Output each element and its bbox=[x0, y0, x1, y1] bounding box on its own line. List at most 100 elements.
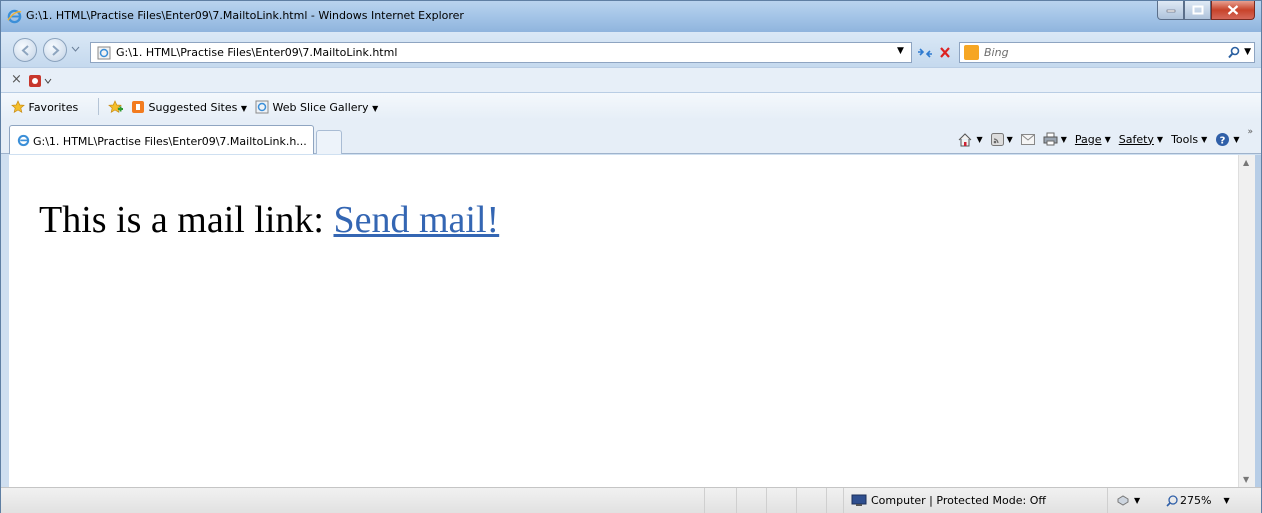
status-pane bbox=[843, 488, 844, 513]
bing-icon bbox=[964, 45, 979, 60]
status-pane bbox=[826, 488, 827, 513]
scroll-down-icon[interactable]: ▼ bbox=[1243, 475, 1249, 484]
window-left-edge bbox=[1, 155, 9, 487]
favorites-bar: Favorites Suggested Sites ▼ Web Slice Ga… bbox=[1, 93, 1261, 120]
mail-link-line: This is a mail link: Send mail! bbox=[39, 198, 499, 242]
search-icon[interactable] bbox=[1228, 46, 1240, 59]
maximize-icon bbox=[1192, 5, 1203, 15]
computer-zone-icon bbox=[851, 494, 867, 506]
feeds-button[interactable]: ▼ bbox=[990, 132, 1013, 146]
close-button[interactable] bbox=[1211, 1, 1255, 20]
refresh-icon[interactable] bbox=[915, 42, 935, 63]
home-button[interactable]: ▼ bbox=[957, 132, 983, 147]
window-title: G:\1. HTML\Practise Files\Enter09\7.Mail… bbox=[26, 9, 464, 22]
add-to-favorites-bar-icon[interactable] bbox=[108, 100, 124, 117]
favorites-star-icon bbox=[11, 100, 25, 114]
web-slice-label: Web Slice Gallery bbox=[272, 101, 369, 114]
address-text: G:\1. HTML\Practise Files\Enter09\7.Mail… bbox=[116, 46, 398, 59]
back-button[interactable] bbox=[13, 38, 37, 62]
tab-label: G:\1. HTML\Practise Files\Enter09\7.Mail… bbox=[33, 135, 307, 148]
help-dropdown-icon: ▼ bbox=[1233, 134, 1240, 144]
search-options-dropdown-icon[interactable]: ▼ bbox=[1244, 47, 1251, 57]
close-toolbar-icon[interactable]: × bbox=[11, 72, 22, 87]
tools-menu[interactable]: Tools ▼ bbox=[1171, 133, 1207, 146]
home-dropdown-icon: ▼ bbox=[976, 134, 983, 144]
address-dropdown-icon[interactable]: ▼ bbox=[897, 46, 904, 56]
page-menu-dropdown-icon: ▼ bbox=[1104, 134, 1111, 144]
favorites-label: Favorites bbox=[28, 101, 79, 114]
help-icon: ? bbox=[1216, 132, 1230, 146]
feeds-icon bbox=[990, 132, 1004, 146]
title-bar[interactable]: G:\1. HTML\Practise Files\Enter09\7.Mail… bbox=[1, 1, 1261, 32]
mail-icon bbox=[1020, 133, 1035, 145]
zoom-level: 275% bbox=[1180, 494, 1212, 507]
page-text: This is a mail link: bbox=[39, 199, 334, 241]
read-mail-button[interactable] bbox=[1020, 133, 1035, 145]
maximize-button[interactable] bbox=[1184, 1, 1211, 20]
toolbar-addon-icon[interactable] bbox=[28, 74, 52, 88]
zoom-control[interactable]: 275% ▼ bbox=[1166, 494, 1230, 507]
navigation-bar: G:\1. HTML\Practise Files\Enter09\7.Mail… bbox=[1, 32, 1261, 67]
search-field[interactable]: Bing ▼ bbox=[959, 42, 1255, 63]
web-slice-icon bbox=[255, 100, 269, 114]
favorites-button[interactable]: Favorites bbox=[11, 100, 78, 114]
page-menu[interactable]: Page ▼ bbox=[1075, 133, 1111, 146]
ie-logo-icon bbox=[7, 9, 22, 24]
recent-pages-dropdown-icon[interactable] bbox=[71, 46, 80, 52]
forward-button[interactable] bbox=[43, 38, 67, 62]
web-slice-gallery-link[interactable]: Web Slice Gallery ▼ bbox=[255, 100, 378, 114]
status-pane bbox=[796, 488, 797, 513]
zoom-dropdown-icon: ▼ bbox=[1223, 496, 1230, 505]
close-icon bbox=[1227, 5, 1239, 15]
print-dropdown-icon: ▼ bbox=[1060, 134, 1067, 144]
home-icon bbox=[959, 132, 972, 146]
security-zone[interactable]: Computer | Protected Mode: Off bbox=[851, 494, 1046, 507]
tools-menu-dropdown-icon: ▼ bbox=[1201, 134, 1208, 144]
suggested-sites-link[interactable]: Suggested Sites ▼ bbox=[131, 100, 247, 114]
web-slice-dropdown-icon: ▼ bbox=[372, 104, 379, 113]
page-viewport: This is a mail link: Send mail! bbox=[9, 155, 1238, 487]
search-placeholder: Bing bbox=[984, 46, 1009, 59]
safety-menu-label: Safety bbox=[1118, 132, 1154, 146]
page-menu-label: Page bbox=[1074, 132, 1102, 146]
vertical-scrollbar[interactable]: ▲ ▼ bbox=[1238, 155, 1255, 487]
command-bar: ▼ ▼ ▼ Page ▼ Safety ▼ Tools ▼ ? ▼ » bbox=[957, 127, 1261, 149]
status-pane bbox=[704, 488, 705, 513]
caption-buttons bbox=[1157, 1, 1255, 21]
zoom-icon bbox=[1166, 494, 1178, 507]
send-mail-link[interactable]: Send mail! bbox=[333, 199, 499, 241]
page-icon bbox=[97, 46, 111, 60]
suggested-sites-icon bbox=[132, 101, 144, 113]
window-right-edge bbox=[1255, 155, 1261, 487]
status-pane bbox=[736, 488, 737, 513]
svg-text:?: ? bbox=[1220, 135, 1226, 146]
tab-ie-icon bbox=[17, 134, 30, 147]
feeds-dropdown-icon: ▼ bbox=[1006, 134, 1013, 144]
safety-menu-dropdown-icon: ▼ bbox=[1156, 134, 1164, 144]
print-icon bbox=[1043, 132, 1058, 146]
tools-menu-label: Tools bbox=[1171, 132, 1199, 146]
print-button[interactable]: ▼ bbox=[1043, 132, 1067, 146]
scroll-up-icon[interactable]: ▲ bbox=[1243, 158, 1249, 167]
popup-dropdown-icon: ▼ bbox=[1134, 495, 1141, 505]
popup-blocker-button[interactable]: ▼ bbox=[1116, 494, 1140, 506]
safety-menu[interactable]: Safety ▼ bbox=[1119, 133, 1163, 146]
favorites-separator bbox=[98, 98, 99, 115]
browser-window: G:\1. HTML\Practise Files\Enter09\7.Mail… bbox=[0, 0, 1262, 513]
forward-arrow-icon bbox=[52, 45, 60, 56]
security-zone-text: Computer | Protected Mode: Off bbox=[871, 494, 1046, 507]
addon-toolbar: × bbox=[1, 67, 1261, 93]
minimize-icon bbox=[1166, 9, 1175, 13]
address-field[interactable]: G:\1. HTML\Practise Files\Enter09\7.Mail… bbox=[90, 42, 912, 63]
status-pane bbox=[766, 488, 767, 513]
suggested-sites-dropdown-icon: ▼ bbox=[240, 104, 247, 113]
tab-active[interactable]: G:\1. HTML\Practise Files\Enter09\7.Mail… bbox=[9, 125, 314, 154]
minimize-button[interactable] bbox=[1157, 1, 1184, 20]
help-button[interactable]: ? ▼ bbox=[1215, 132, 1239, 147]
chevron-more-icon[interactable]: » bbox=[1247, 127, 1253, 137]
suggested-sites-label: Suggested Sites bbox=[148, 101, 238, 114]
back-arrow-icon bbox=[21, 45, 29, 56]
stop-icon[interactable] bbox=[935, 42, 955, 63]
status-pane bbox=[1107, 488, 1108, 513]
new-tab-button[interactable] bbox=[316, 130, 342, 154]
